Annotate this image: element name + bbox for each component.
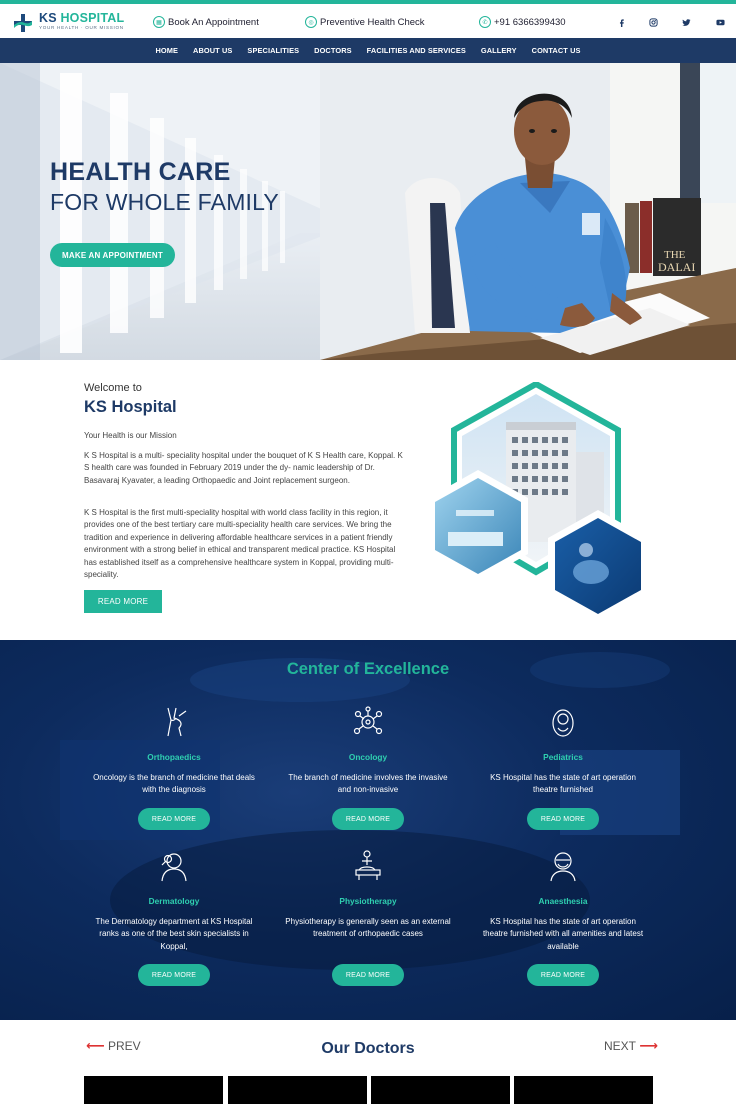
coe-read-more-button[interactable]: READ MORE: [138, 964, 210, 986]
coe-read-more-button[interactable]: READ MORE: [527, 964, 599, 986]
coe-title: Center of Excellence: [286, 660, 450, 678]
facebook-icon[interactable]: [615, 16, 627, 28]
nav-specialities[interactable]: SPECIALITIES: [240, 46, 307, 55]
physio-icon: [353, 850, 383, 882]
doctor-card[interactable]: [228, 1076, 367, 1104]
instagram-icon[interactable]: [647, 16, 659, 28]
calendar-icon: ▦: [153, 16, 165, 28]
nav-gallery[interactable]: GALLERY: [473, 46, 524, 55]
logo[interactable]: KS HOSPITAL YOUR HEALTH · OUR MISSION: [12, 12, 124, 34]
nav-facilities[interactable]: FACILITIES AND SERVICES: [359, 46, 473, 55]
doctor-card[interactable]: [84, 1076, 223, 1104]
next-button[interactable]: NEXT ⟶: [604, 1038, 658, 1054]
baby-icon: [548, 706, 578, 738]
coe-card-desc: The Dermatology department at KS Hospita…: [95, 917, 253, 951]
doctor-photo: THE DALAI: [320, 63, 736, 360]
welcome-paragraph-1: K S Hospital is a multi- speciality hosp…: [84, 451, 403, 485]
read-more-button[interactable]: READ MORE: [84, 590, 162, 613]
medical-cross-icon: [12, 12, 34, 34]
arrow-right-icon: ⟶: [639, 1038, 658, 1053]
doctors-section: ⟵ PREV Our Doctors NEXT ⟶: [0, 1020, 736, 1104]
main-nav: HOME ABOUT US SPECIALITIES DOCTORS FACIL…: [0, 38, 736, 63]
phone-number: +91 6366399430: [494, 16, 566, 28]
coe-read-more-button[interactable]: READ MORE: [332, 964, 404, 986]
anaesthesia-mask-icon: [548, 850, 578, 882]
knee-joint-icon: [159, 706, 189, 738]
coe-card-desc: The branch of medicine involves the inva…: [288, 773, 448, 795]
cell-icon: [353, 706, 383, 738]
coe-read-more-button[interactable]: READ MORE: [332, 808, 404, 830]
coe-card-desc: Physiotherapy is generally seen as an ex…: [285, 917, 451, 939]
doctor-card[interactable]: [514, 1076, 653, 1104]
coe-card-anaesthesia: Anaesthesia KS Hospital has the state of…: [478, 850, 648, 986]
book-appointment-link[interactable]: ▦ Book An Appointment: [153, 16, 259, 28]
nav-contact-us[interactable]: CONTACT US: [524, 46, 588, 55]
coe-card-oncology: Oncology The branch of medicine involves…: [283, 706, 453, 830]
center-of-excellence: Center of Excellence Orthopaedics Oncolo…: [0, 640, 736, 1020]
make-appointment-button[interactable]: MAKE AN APPOINTMENT: [50, 243, 175, 267]
nav-doctors[interactable]: DOCTORS: [307, 46, 360, 55]
hospital-hexagon-gallery: [428, 382, 648, 622]
nav-home[interactable]: HOME: [148, 46, 186, 55]
logo-name: KS HOSPITAL: [39, 11, 125, 25]
phone-icon: ✆: [479, 16, 491, 28]
coe-card-pediatrics: Pediatrics KS Hospital has the state of …: [478, 706, 648, 830]
welcome-title: KS Hospital: [84, 398, 177, 416]
skin-exam-icon: [159, 850, 189, 882]
coe-card-desc: KS Hospital has the state of art operati…: [490, 773, 636, 795]
stethoscope-icon: ◎: [305, 16, 317, 28]
twitter-icon[interactable]: [680, 16, 692, 28]
coe-card-desc: KS Hospital has the state of art operati…: [482, 917, 644, 951]
doctor-card[interactable]: [371, 1076, 510, 1104]
coe-card-name: Oncology: [348, 752, 388, 762]
welcome-paragraph-2: K S Hospital is the first multi-speciali…: [84, 508, 396, 580]
coe-card-name: Dermatology: [148, 896, 200, 906]
book-appointment-label: Book An Appointment: [168, 16, 259, 28]
health-check-link[interactable]: ◎ Preventive Health Check: [305, 16, 425, 28]
coe-card-physiotherapy: Physiotherapy Physiotherapy is generally…: [283, 850, 453, 986]
health-check-label: Preventive Health Check: [320, 16, 425, 28]
coe-card-desc: Oncology is the branch of medicine that …: [93, 773, 255, 795]
next-label: NEXT: [604, 1039, 637, 1053]
coe-card-orthopaedics: Orthopaedics Oncology is the branch of m…: [89, 706, 259, 830]
welcome-mission: Your Health is our Mission: [84, 431, 177, 440]
youtube-icon[interactable]: [714, 16, 726, 28]
nav-about-us[interactable]: ABOUT US: [186, 46, 240, 55]
phone-link[interactable]: ✆ +91 6366399430: [479, 16, 566, 28]
coe-read-more-button[interactable]: READ MORE: [527, 808, 599, 830]
coe-read-more-button[interactable]: READ MORE: [138, 808, 210, 830]
coe-card-name: Pediatrics: [543, 752, 583, 762]
coe-card-dermatology: Dermatology The Dermatology department a…: [89, 850, 259, 986]
svg-text:DALAI: DALAI: [658, 260, 695, 274]
welcome-pretitle: Welcome to: [84, 382, 142, 394]
coe-card-name: Anaesthesia: [538, 896, 588, 906]
hero-heading-line1: HEALTH CARE: [50, 158, 231, 186]
top-bar: KS HOSPITAL YOUR HEALTH · OUR MISSION ▦ …: [0, 4, 736, 38]
hero-banner: THE DALAI HEALTH CARE FOR WHOLE FAMILY M…: [0, 63, 736, 360]
welcome-section: Welcome to KS Hospital Your Health is ou…: [0, 360, 736, 640]
operating-room-backdrop: [60, 652, 680, 970]
hero-heading-line2: FOR WHOLE FAMILY: [50, 189, 279, 215]
coe-card-name: Orthopaedics: [147, 752, 201, 762]
logo-tagline: YOUR HEALTH · OUR MISSION: [39, 25, 124, 30]
coe-card-name: Physiotherapy: [339, 896, 397, 906]
